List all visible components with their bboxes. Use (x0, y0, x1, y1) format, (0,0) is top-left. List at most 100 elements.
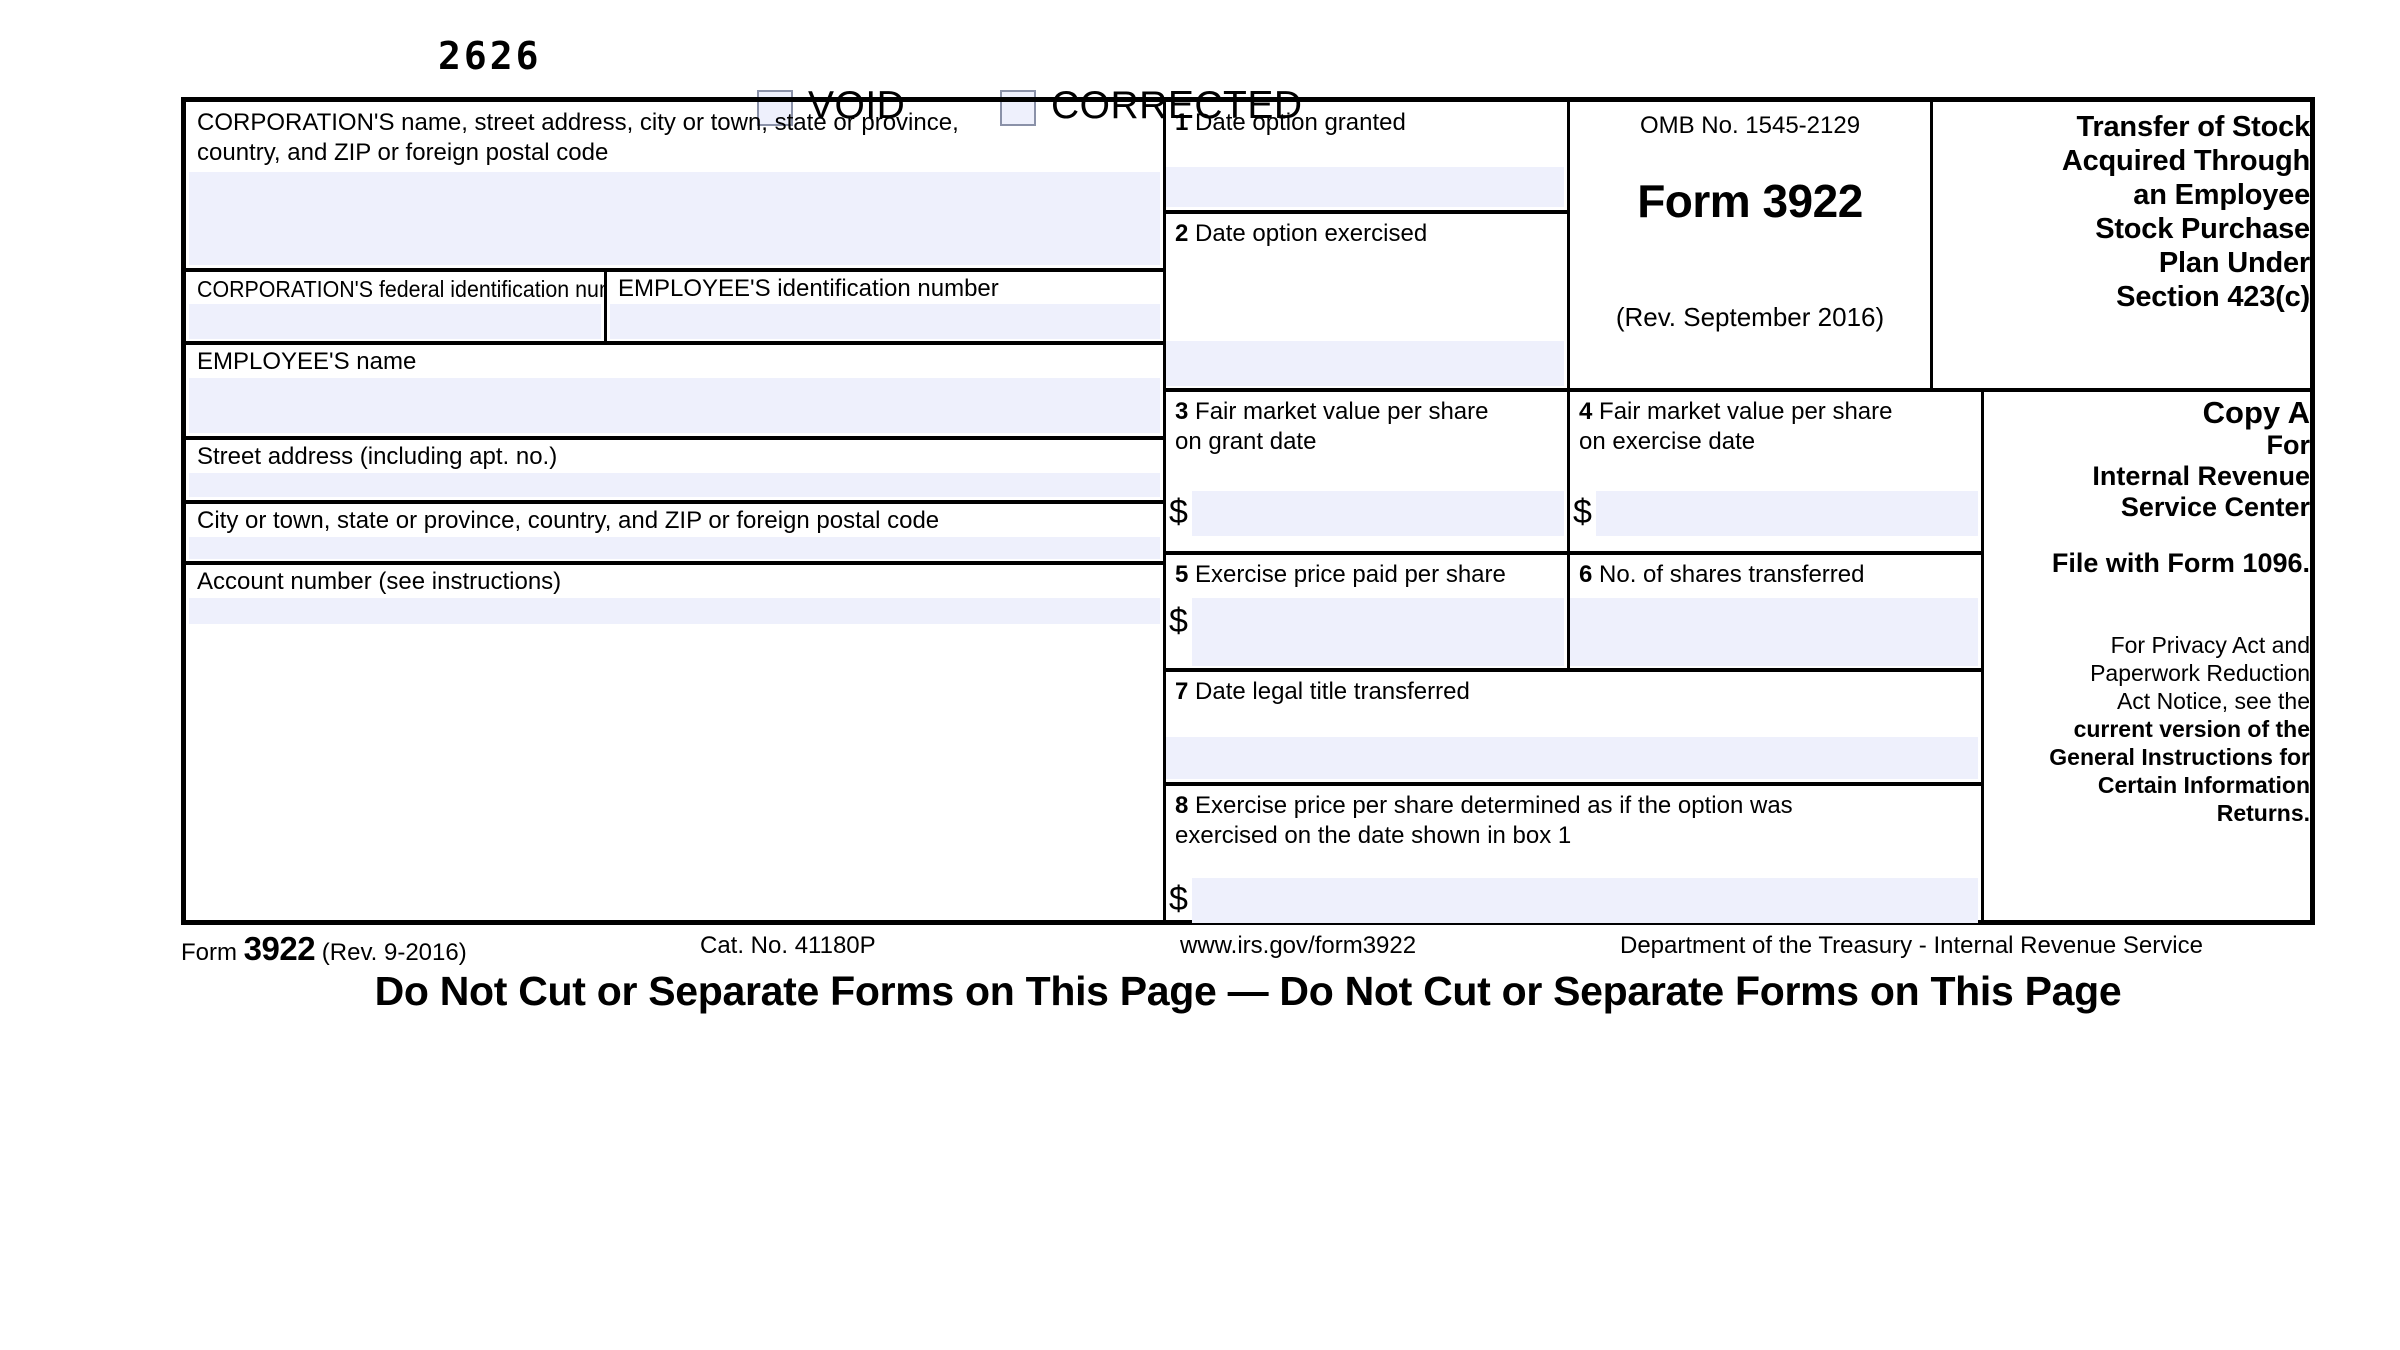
box-6-cell[interactable]: 6 No. of shares transferred (1570, 554, 1981, 668)
box-4-label: 4 Fair market value per share on exercis… (1579, 397, 1979, 457)
box-7-label: 7 Date legal title transferred (1175, 677, 1470, 707)
box-4-cell[interactable]: 4 Fair market value per share on exercis… (1570, 391, 1981, 551)
box-2-input[interactable] (1166, 341, 1564, 386)
box-4-dollar-sign: $ (1573, 493, 1592, 531)
privacy-bold-line-3: Certain Information (2097, 772, 2310, 798)
box-7-number: 7 (1175, 678, 1189, 705)
box-1-number: 1 (1175, 109, 1189, 136)
corporation-info-cell[interactable]: CORPORATION'S name, street address, city… (186, 102, 1163, 268)
privacy-bold-line-1: current version of the (2073, 716, 2310, 742)
box-3-input[interactable] (1192, 491, 1564, 536)
box-1-text: Date option granted (1195, 109, 1406, 136)
corporation-info-input[interactable] (189, 172, 1160, 265)
footer-form-id: Form 3922 (Rev. 9-2016) (181, 930, 467, 968)
box-3-cell[interactable]: 3 Fair market value per share on grant d… (1166, 391, 1567, 551)
box-5-text: Exercise price paid per share (1195, 561, 1506, 588)
box-5-cell[interactable]: 5 Exercise price paid per share $ (1166, 554, 1567, 668)
copy-a-file-with: File with Form 1096. (1985, 548, 2310, 579)
box-6-input[interactable] (1570, 598, 1978, 666)
box-8-dollar-sign: $ (1169, 880, 1188, 918)
corporation-tin-cell[interactable]: CORPORATION'S federal identification num… (186, 271, 604, 341)
box-2-cell[interactable]: 2 Date option exercised (1166, 213, 1567, 388)
box-3-dollar-sign: $ (1169, 493, 1188, 531)
form-title-block: Transfer of Stock Acquired Through an Em… (1933, 102, 2315, 388)
box-6-text: No. of shares transferred (1599, 561, 1865, 588)
employee-tin-cell[interactable]: EMPLOYEE'S identification number (607, 271, 1163, 341)
corporation-info-label: CORPORATION'S name, street address, city… (197, 109, 959, 166)
form-footer: Form 3922 (Rev. 9-2016) Cat. No. 41180P … (0, 930, 2400, 970)
employee-name-label: EMPLOYEE'S name (197, 348, 417, 375)
box-8-number: 8 (1175, 792, 1189, 819)
title-line-4: Stock Purchase (2095, 213, 2310, 245)
title-line-5: Plan Under (2158, 247, 2310, 279)
copy-a-heading: Copy A For Internal Revenue Service Cent… (1985, 395, 2310, 523)
form-body-frame: CORPORATION'S name, street address, city… (181, 97, 2315, 925)
box-6-number: 6 (1579, 561, 1593, 588)
privacy-line-3: Act Notice, see the (2116, 688, 2310, 714)
box-2-number: 2 (1175, 220, 1189, 247)
street-address-cell[interactable]: Street address (including apt. no.) (186, 439, 1163, 500)
box-5-dollar-sign: $ (1169, 602, 1188, 640)
box-6-label: 6 No. of shares transferred (1579, 560, 1864, 590)
box-2-text: Date option exercised (1195, 220, 1428, 247)
box-3-label: 3 Fair market value per share on grant d… (1175, 397, 1565, 457)
privacy-line-2: Paperwork Reduction (2090, 660, 2310, 686)
form-page: 2626 VOID CORRECTED CORPORATION'S name, … (0, 0, 2400, 1350)
city-state-cell[interactable]: City or town, state or province, country… (186, 503, 1163, 561)
box-5-input[interactable] (1192, 598, 1564, 666)
omb-number: OMB No. 1545-2129 (1639, 112, 1861, 139)
employee-tin-input[interactable] (610, 304, 1160, 339)
box-1-cell[interactable]: 1 Date option granted (1166, 102, 1567, 210)
box-7-cell[interactable]: 7 Date legal title transferred (1166, 671, 1981, 782)
footer-department: Department of the Treasury - Internal Re… (1620, 932, 2203, 959)
box-4-text: Fair market value per share on exercise … (1579, 398, 1893, 455)
street-address-input[interactable] (189, 473, 1160, 497)
street-address-label: Street address (including apt. no.) (197, 443, 558, 470)
box-3-number: 3 (1175, 398, 1189, 425)
box-7-input[interactable] (1166, 737, 1978, 779)
box-4-number: 4 (1579, 398, 1593, 425)
file-with-form-1096: File with Form 1096. (2051, 548, 2310, 578)
box-8-text: Exercise price per share determined as i… (1175, 792, 1793, 849)
employee-name-cell[interactable]: EMPLOYEE'S name (186, 344, 1163, 436)
corporation-tin-label: CORPORATION'S federal identification num… (197, 276, 604, 302)
box-5-label: 5 Exercise price paid per share (1175, 560, 1506, 590)
footer-form-revision: (Rev. 9-2016) (321, 939, 467, 966)
city-state-input[interactable] (189, 537, 1160, 559)
employee-tin-label: EMPLOYEE'S identification number (618, 275, 999, 302)
footer-cat-no: Cat. No. 41180P (700, 932, 876, 959)
title-line-2: Acquired Through (2061, 145, 2310, 177)
account-number-input[interactable] (189, 598, 1160, 624)
box-4-input[interactable] (1596, 491, 1978, 536)
privacy-line-1: For Privacy Act and (2110, 632, 2310, 658)
city-state-label: City or town, state or province, country… (197, 507, 940, 534)
form-revision: (Rev. September 2016) (1615, 302, 1885, 332)
title-line-3: an Employee (2133, 179, 2310, 211)
box-3-text: Fair market value per share on grant dat… (1175, 398, 1489, 455)
privacy-bold-line-4: Returns. (2216, 800, 2310, 826)
do-not-cut-notice: Do Not Cut or Separate Forms on This Pag… (374, 968, 2122, 1014)
box-8-cell[interactable]: 8 Exercise price per share determined as… (1166, 785, 1981, 925)
box-7-text: Date legal title transferred (1195, 678, 1470, 705)
box-5-number: 5 (1175, 561, 1189, 588)
copy-a-block: Copy A For Internal Revenue Service Cent… (1984, 391, 2315, 925)
form-title-lines: Transfer of Stock Acquired Through an Em… (1940, 110, 2310, 314)
footer-website[interactable]: www.irs.gov/form3922 (1180, 932, 1416, 960)
title-line-1: Transfer of Stock (2076, 111, 2311, 143)
box-1-input[interactable] (1166, 167, 1564, 207)
copy-a-label: Copy A (2202, 395, 2310, 430)
copy-a-internal-revenue: Internal Revenue (2092, 461, 2310, 491)
corporation-tin-input[interactable] (189, 304, 601, 339)
employee-name-input[interactable] (189, 378, 1160, 433)
account-number-label: Account number (see instructions) (197, 568, 562, 595)
account-number-cell[interactable]: Account number (see instructions) (186, 564, 1163, 625)
privacy-bold-line-2: General Instructions for (2049, 744, 2310, 770)
box-1-label: 1 Date option granted (1175, 108, 1406, 138)
omb-block: OMB No. 1545-2129 Form 3922 (Rev. Septem… (1570, 102, 1930, 388)
form-title: Form 3922 (1637, 175, 1863, 227)
title-line-6: Section 423(c) (2116, 281, 2310, 313)
form-top-row: 2626 VOID CORRECTED (0, 34, 2400, 127)
privacy-act-notice: For Privacy Act and Paperwork Reduction … (1985, 631, 2310, 827)
form-serial-number: 2626 (438, 34, 542, 78)
box-8-input[interactable] (1192, 878, 1978, 923)
